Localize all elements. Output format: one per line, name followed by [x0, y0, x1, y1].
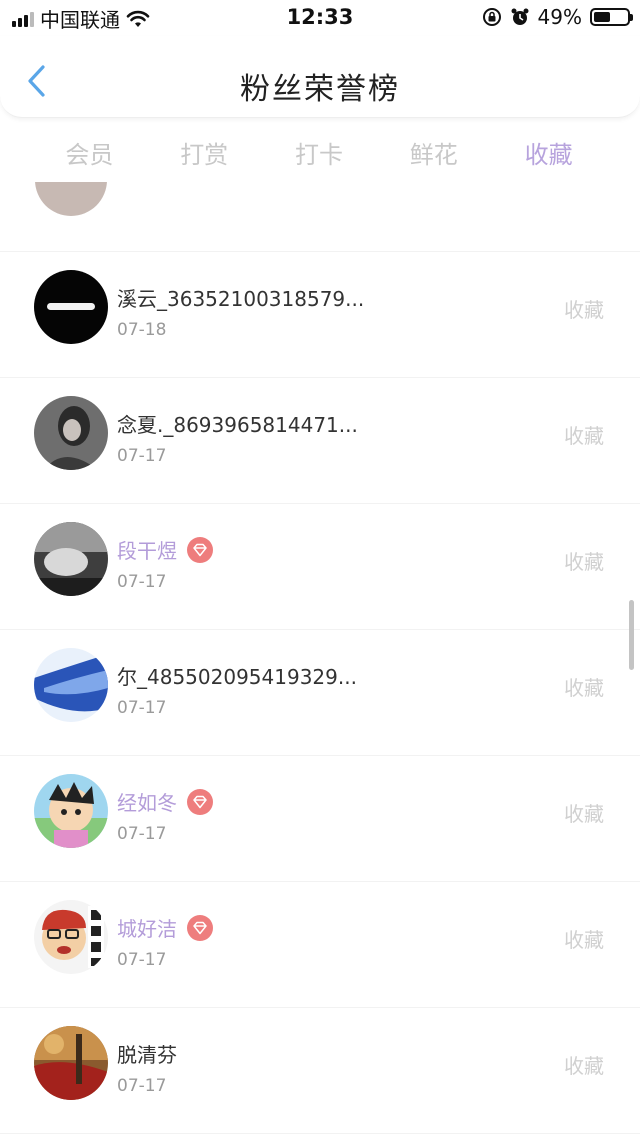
fan-date: 07-17 — [117, 950, 167, 970]
list-item[interactable]: 城好洁 07-17 收藏 — [0, 882, 640, 1008]
tab-checkin[interactable]: 打卡 — [262, 118, 377, 182]
fan-name: 念夏._8693965814471... — [117, 413, 358, 437]
battery-icon — [590, 8, 633, 26]
list-item[interactable]: 脱清芬 07-17 收藏 — [0, 1008, 640, 1134]
diamond-badge-icon — [187, 536, 213, 563]
tab-favorites[interactable]: 收藏 — [491, 118, 606, 182]
list-item[interactable] — [0, 182, 640, 252]
list-item[interactable]: 尔_485502095419329... 07-17 收藏 — [0, 630, 640, 756]
tab-bar: 会员 打赏 打卡 鲜花 收藏 — [0, 118, 640, 182]
avatar — [34, 270, 108, 344]
favorite-action: 收藏 — [564, 802, 604, 826]
favorite-action: 收藏 — [564, 298, 604, 322]
favorite-action: 收藏 — [564, 928, 604, 952]
favorite-action: 收藏 — [564, 1054, 604, 1078]
favorite-action: 收藏 — [564, 550, 604, 574]
fan-name: 溪云_36352100318579... — [117, 287, 365, 311]
list-item[interactable]: 段干煜 07-17 收藏 — [0, 504, 640, 630]
favorite-action: 收藏 — [564, 424, 604, 448]
fan-list: 溪云_36352100318579... 07-18 收藏 念夏._869396… — [0, 182, 640, 1138]
page-title: 粉丝荣誉榜 — [240, 72, 400, 107]
fan-date: 07-17 — [117, 446, 167, 466]
status-bar: 中国联通 12:33 49% — [0, 0, 640, 36]
list-item[interactable]: 溪云_36352100318579... 07-18 收藏 — [0, 252, 640, 378]
tab-flowers[interactable]: 鲜花 — [376, 118, 491, 182]
scrollbar[interactable] — [629, 600, 634, 670]
fan-name: 城好洁 — [117, 917, 177, 941]
diamond-badge-icon — [187, 914, 213, 941]
fan-name: 尔_485502095419329... — [117, 665, 357, 689]
avatar — [34, 900, 108, 974]
alarm-icon — [511, 8, 529, 25]
tab-reward[interactable]: 打赏 — [147, 118, 262, 182]
avatar — [34, 648, 108, 722]
fan-name: 经如冬 — [117, 791, 177, 815]
list-item[interactable]: 经如冬 07-17 收藏 — [0, 756, 640, 882]
fans-honor-page: 中国联通 12:33 49% 粉丝荣誉榜 会员 打赏 打卡 鲜花 收藏 溪云_3… — [0, 0, 640, 1138]
favorite-action: 收藏 — [564, 676, 604, 700]
fan-name: 脱清芬 — [117, 1043, 177, 1067]
fan-date: 07-17 — [117, 824, 167, 844]
fan-date: 07-17 — [117, 1076, 167, 1096]
avatar — [34, 522, 108, 596]
nav-header: 粉丝荣誉榜 — [0, 36, 640, 118]
rotation-lock-icon — [482, 8, 501, 26]
diamond-badge-icon — [187, 788, 213, 815]
avatar — [34, 396, 108, 470]
fan-date: 07-17 — [117, 698, 167, 718]
fan-date: 07-17 — [117, 572, 167, 592]
list-item[interactable]: 念夏._8693965814471... 07-17 收藏 — [0, 378, 640, 504]
avatar — [35, 182, 107, 216]
tab-member[interactable]: 会员 — [32, 118, 147, 182]
fan-name: 段干煜 — [117, 539, 177, 563]
battery-percent: 49% — [537, 5, 582, 29]
avatar — [34, 774, 108, 848]
fan-date: 07-18 — [117, 320, 167, 340]
avatar — [34, 1026, 108, 1100]
